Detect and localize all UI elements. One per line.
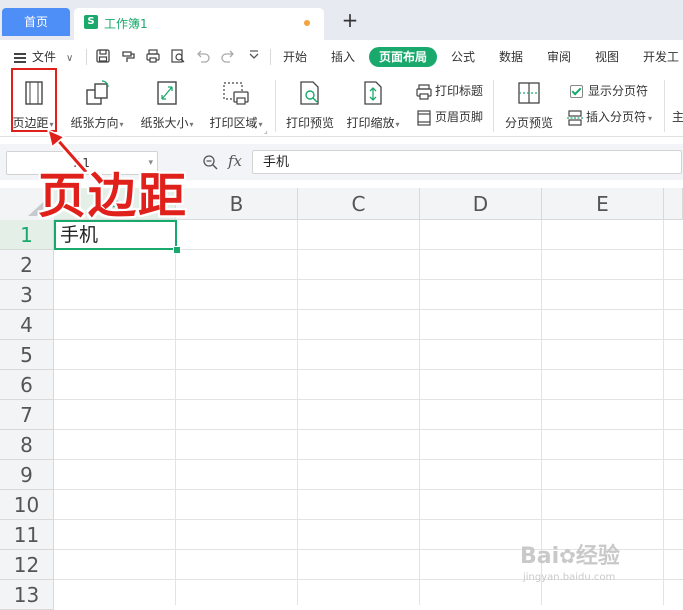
- print-area-icon: [223, 82, 249, 105]
- tab-bar: 首页 S 工作簿1 +: [0, 0, 683, 40]
- row-header-5[interactable]: 5: [0, 340, 54, 370]
- more-ribbon-button[interactable]: 主: [672, 108, 683, 125]
- insert-page-break-button[interactable]: 插入分页符 ▾: [566, 108, 652, 126]
- print-icon[interactable]: [145, 48, 161, 64]
- file-menu[interactable]: 文件 ∨: [14, 48, 73, 65]
- column-header-c[interactable]: C: [298, 188, 420, 220]
- menu-bar: 文件 ∨ 开始 插入 页面布局 公式 数据 审阅 视图 开发工: [0, 40, 683, 72]
- show-page-break-checkbox[interactable]: 显示分页符: [570, 82, 648, 99]
- row-header-13[interactable]: 13: [0, 580, 54, 610]
- divider: [270, 49, 271, 65]
- print-scale-label: 打印缩放: [346, 116, 395, 130]
- print-preview-icon[interactable]: [170, 48, 186, 64]
- row-header-7[interactable]: 7: [0, 400, 54, 430]
- row-header-1[interactable]: 1: [0, 220, 54, 250]
- print-scale-icon: [364, 81, 382, 105]
- orientation-button[interactable]: 纸张方向▾: [68, 76, 126, 131]
- more-chevron-icon[interactable]: [246, 48, 262, 64]
- header-footer-icon: [417, 109, 431, 126]
- tab-start[interactable]: 开始: [283, 47, 307, 67]
- undo-icon[interactable]: [195, 48, 211, 64]
- row-header-4[interactable]: 4: [0, 310, 54, 340]
- watermark-url: jingyan.baidu.com: [523, 572, 616, 583]
- group-expand-icon[interactable]: ⌟: [264, 126, 268, 135]
- print-titles-label: 打印标题: [435, 84, 484, 98]
- hamburger-icon: [14, 51, 26, 65]
- header-footer-button[interactable]: 页眉页脚: [416, 108, 483, 126]
- row-header-11[interactable]: 11: [0, 520, 54, 550]
- tab-document[interactable]: S 工作簿1: [74, 8, 324, 40]
- annotation-label: 页边距: [38, 168, 189, 224]
- column-header-b[interactable]: B: [176, 188, 298, 220]
- insert-function-button[interactable]: fx: [228, 152, 242, 170]
- checkbox-checked-icon: [570, 85, 583, 98]
- paw-icon: ✿: [559, 544, 576, 568]
- format-painter-icon[interactable]: [120, 48, 136, 64]
- divider: [664, 80, 665, 132]
- spreadsheet-icon: S: [84, 15, 98, 29]
- row-header-10[interactable]: 10: [0, 490, 54, 520]
- formula-input[interactable]: 手机: [252, 150, 682, 174]
- print-area-label: 打印区域: [209, 116, 258, 130]
- print-scale-button[interactable]: 打印缩放▾: [343, 76, 403, 131]
- page-orientation-icon: [86, 80, 109, 105]
- new-tab-button[interactable]: +: [338, 8, 362, 32]
- print-titles-button[interactable]: 打印标题: [416, 82, 483, 100]
- row-header-6[interactable]: 6: [0, 370, 54, 400]
- insert-page-break-label: 插入分页符: [586, 110, 647, 124]
- ribbon-page-layout: 页边距▾ 纸张方向▾ 纸张大小▾ 打印区域▾ ⌟ 打印预览 打印缩放▾ 打印标题…: [0, 72, 683, 137]
- fill-handle[interactable]: [173, 246, 181, 254]
- show-page-break-label: 显示分页符: [588, 84, 649, 98]
- paper-size-label: 纸张大小: [140, 116, 189, 130]
- row-header-8[interactable]: 8: [0, 430, 54, 460]
- column-header-d[interactable]: D: [420, 188, 542, 220]
- print-preview-icon: [300, 81, 319, 105]
- tab-page-layout[interactable]: 页面布局: [369, 47, 438, 67]
- column-header-f[interactable]: [664, 188, 683, 220]
- column-header-e[interactable]: E: [542, 188, 664, 220]
- page-break-preview-label: 分页预览: [504, 116, 553, 130]
- tab-review[interactable]: 审阅: [547, 47, 571, 67]
- cell-a1[interactable]: 手机: [54, 220, 177, 250]
- page-break-preview-icon: [518, 82, 540, 104]
- divider: [275, 80, 276, 132]
- print-area-button[interactable]: 打印区域▾: [206, 76, 266, 131]
- watermark-brand: Bai: [520, 544, 560, 569]
- paper-size-button[interactable]: 纸张大小▾: [137, 76, 197, 131]
- tab-view[interactable]: 视图: [595, 47, 619, 67]
- insert-page-break-icon: [567, 109, 583, 126]
- print-preview-button[interactable]: 打印预览: [282, 76, 338, 131]
- watermark-logo: Bai✿经验: [520, 538, 620, 570]
- row-header-2[interactable]: 2: [0, 250, 54, 280]
- unsaved-dot-icon: [304, 20, 310, 26]
- divider: [86, 49, 87, 65]
- tab-insert[interactable]: 插入: [331, 47, 355, 67]
- print-preview-label: 打印预览: [285, 116, 334, 130]
- watermark-brand-cn: 经验: [575, 544, 620, 569]
- tab-data[interactable]: 数据: [499, 47, 523, 67]
- chevron-down-icon: ∨: [66, 53, 74, 64]
- margins-highlight-box: [11, 68, 57, 132]
- page-break-preview-button[interactable]: 分页预览: [500, 76, 558, 131]
- tab-home[interactable]: 首页: [2, 8, 70, 36]
- file-menu-label: 文件: [32, 50, 57, 64]
- divider: [493, 80, 494, 132]
- redo-icon[interactable]: [220, 48, 236, 64]
- header-footer-label: 页眉页脚: [435, 110, 484, 124]
- tab-developer[interactable]: 开发工: [643, 47, 679, 67]
- document-title: 工作簿1: [104, 17, 148, 31]
- paper-size-icon: [157, 81, 177, 105]
- row-header-9[interactable]: 9: [0, 460, 54, 490]
- zoom-icon[interactable]: [202, 154, 218, 170]
- row-header-3[interactable]: 3: [0, 280, 54, 310]
- print-titles-icon: [416, 83, 432, 100]
- save-icon[interactable]: [95, 48, 111, 64]
- row-header-12[interactable]: 12: [0, 550, 54, 580]
- tab-formulas[interactable]: 公式: [451, 47, 475, 67]
